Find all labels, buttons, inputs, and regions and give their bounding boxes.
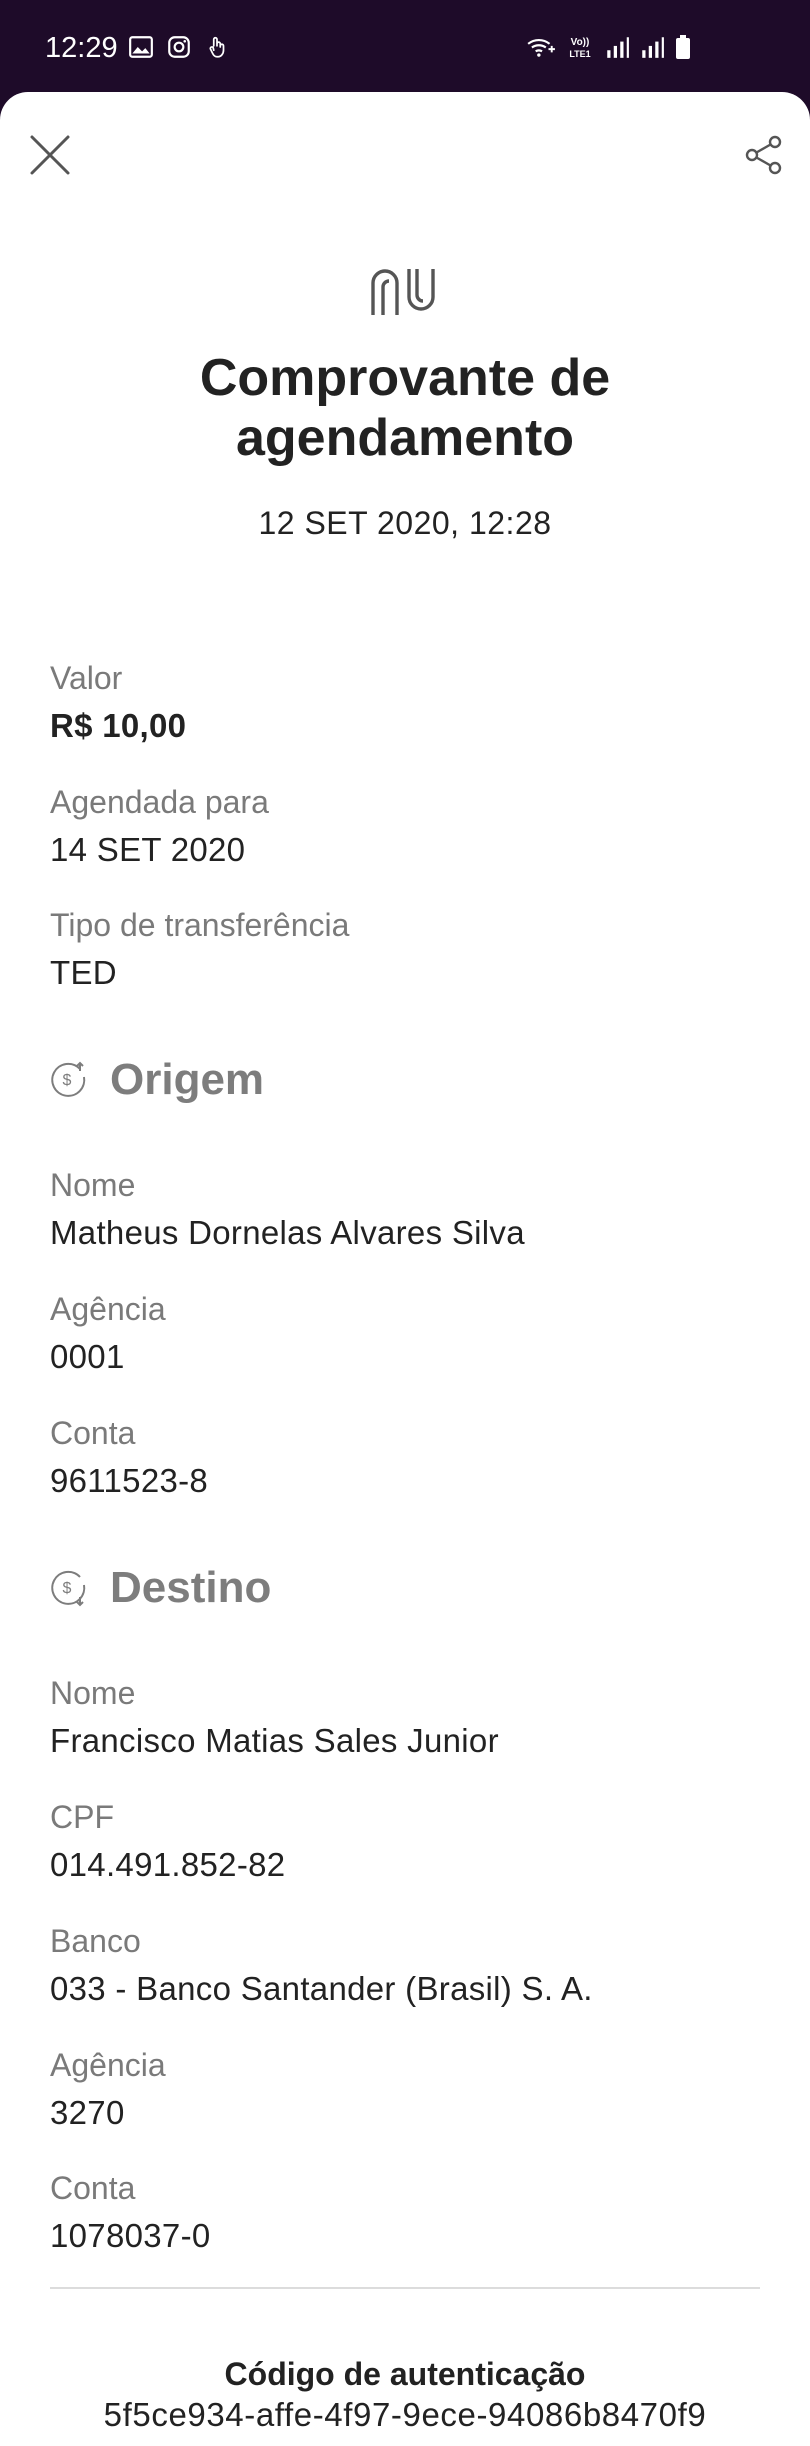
destino-conta-field: Conta 1078037-0 [50,2168,770,2258]
volte-icon: Vo)) LTE1 [569,37,590,59]
receipt-datetime: 12 SET 2020, 12:28 [258,505,552,541]
destino-conta-label: Conta [50,2170,136,2206]
origem-nome-field: Nome Matheus Dornelas Alvares Silva [50,1165,770,1255]
destino-banco-label: Banco [50,1923,141,1959]
destino-nome-label: Nome [50,1675,136,1711]
money-out-icon: $ [51,1061,86,1097]
status-time: 12:29 [45,32,118,64]
valor-label: Valor [50,660,123,696]
status-bar: 12:29 Vo)) LTE1 [0,0,810,100]
status-left-icons [128,34,230,60]
destino-agencia-field: Agência 3270 [50,2045,770,2135]
nu-logo [371,269,435,315]
instagram-icon [168,36,190,58]
auth-code-value[interactable]: 5f5ce934-affe-4f97-9ece-94086b8470f9 [0,2396,810,2434]
svg-text:LTE1: LTE1 [569,49,590,59]
origem-agencia-value: 0001 [50,1338,125,1375]
svg-text:$: $ [63,1072,72,1089]
destino-cpf-label: CPF [50,1799,114,1835]
share-icon[interactable] [744,135,784,175]
signal-icon [607,37,629,58]
destino-banco-value: 033 - Banco Santander (Brasil) S. A. [50,1970,593,2007]
origem-title: Origem [110,1055,265,1104]
status-right-icons: Vo)) LTE1 [526,34,692,60]
receipt-title: Comprovante de agendamento [0,348,810,468]
tipo-label: Tipo de transferência [50,907,350,943]
destino-banco-field: Banco 033 - Banco Santander (Brasil) S. … [50,1921,770,2011]
tipo-field: Tipo de transferência TED [50,905,770,995]
destino-cpf-value: 014.491.852-82 [50,1846,286,1883]
auth-code-label: Código de autenticação [224,2356,586,2392]
divider [50,2287,760,2289]
receipt-title-line1: Comprovante de [199,349,611,407]
svg-text:$: $ [63,1580,72,1597]
origem-agencia-label: Agência [50,1291,166,1327]
destino-title: Destino [110,1563,272,1612]
origem-conta-field: Conta 9611523-8 [50,1413,770,1503]
gallery-icon [129,36,153,58]
touch-icon [209,37,225,58]
signal-icon-2 [642,37,664,58]
tipo-value: TED [50,954,117,991]
origem-nome-value: Matheus Dornelas Alvares Silva [50,1214,525,1251]
destino-agencia-value: 3270 [50,2094,125,2131]
agendada-label: Agendada para [50,784,269,820]
destino-nome-field: Nome Francisco Matias Sales Junior [50,1673,770,1763]
origem-nome-label: Nome [50,1167,136,1203]
wifi-calling-icon [527,39,555,57]
destino-section-header: $ Destino [50,1563,271,1613]
close-icon[interactable] [28,133,72,177]
agendada-field: Agendada para 14 SET 2020 [50,782,770,872]
origem-section-header: $ Origem [50,1055,264,1105]
agendada-value: 14 SET 2020 [50,831,246,868]
valor-value: R$ 10,00 [50,707,187,744]
receipt-title-line2: agendamento [235,409,575,467]
destino-nome-value: Francisco Matias Sales Junior [50,1722,499,1759]
valor-field: Valor R$ 10,00 [50,658,770,748]
destino-conta-value: 1078037-0 [50,2217,211,2254]
money-in-icon: $ [51,1570,86,1607]
destino-agencia-label: Agência [50,2047,166,2083]
origem-conta-label: Conta [50,1415,136,1451]
svg-text:Vo)): Vo)) [571,37,590,48]
origem-agencia-field: Agência 0001 [50,1289,770,1379]
origem-conta-value: 9611523-8 [50,1462,209,1499]
destino-cpf-field: CPF 014.491.852-82 [50,1797,770,1887]
battery-icon [676,35,690,59]
